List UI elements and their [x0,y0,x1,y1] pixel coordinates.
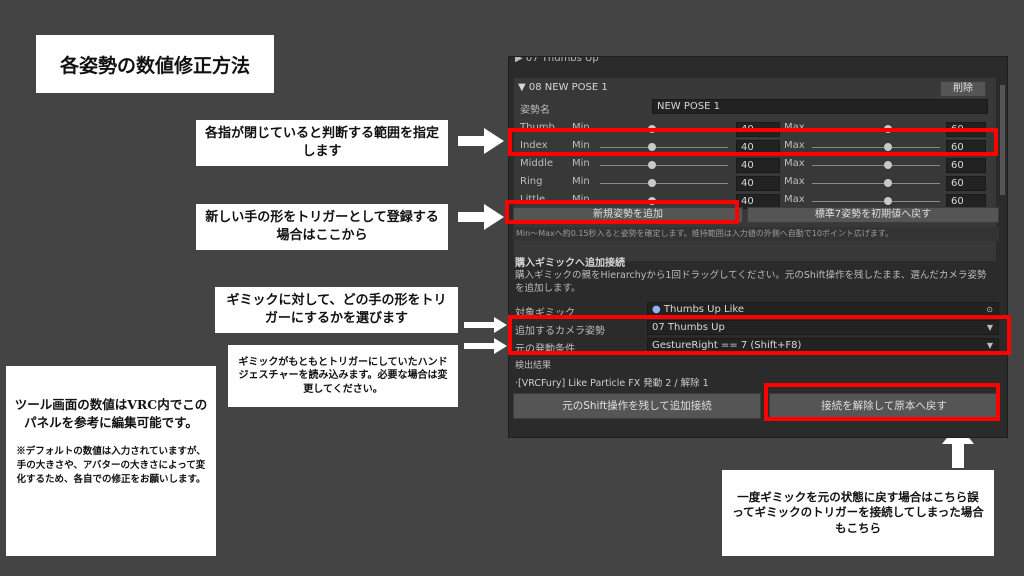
finger-name: Middle [520,158,554,169]
max-value-input[interactable]: 60 [946,176,986,191]
arrow-right-icon [458,128,504,154]
max-value-input[interactable]: 60 [946,158,986,173]
max-label: Max [784,176,805,187]
section-title: 購入ギミックへ追加接続 [515,258,625,269]
object-icon: ● [652,304,661,315]
highlight-dropdowns [508,315,1011,355]
pose-item-prev-label: 07 Thumbs Up [525,56,599,64]
note-gesture: ギミックがもともとトリガーにしていたハンドジェスチャーを読み込みます。必要な場合… [228,345,458,407]
min-slider-knob[interactable] [648,161,656,169]
highlight-restore [764,383,1000,421]
delete-button[interactable]: 削除 [940,81,986,97]
scrollbar[interactable] [1000,85,1005,195]
finger-row-ring: Ring Min 40 Max 60 [514,174,996,192]
min-value-input[interactable]: 40 [736,158,780,173]
min-slider-track[interactable] [600,165,728,166]
result-line: ·[VRCFury] Like Particle FX 発動 2 / 解除 1 [515,378,709,389]
target-gimmick-value: Thumbs Up Like [663,304,744,315]
min-slider-track[interactable] [600,183,728,184]
max-slider-track[interactable] [812,165,940,166]
pose-item-prev[interactable]: ▶ 07 Thumbs Up [515,56,599,64]
max-label: Max [784,158,805,169]
pose-header-label: 08 NEW POSE 1 [528,82,608,93]
min-label: Min [572,158,590,169]
reset-poses-button[interactable]: 標準7姿勢を初期値へ戻す [747,207,999,223]
note-tool-panel: ツール画面の数値はVRC内でこのパネルを参考に編集可能です。 ※デフォルトの数値… [6,366,216,556]
result-title: 検出結果 [515,361,552,371]
gesture-tool-panel: ▶ 07 Thumbs Up ▼ 08 NEW POSE 1 削除 姿勢名 NE… [508,56,1008,438]
pose-header[interactable]: ▼ 08 NEW POSE 1 [518,82,608,93]
finger-row-middle: Middle Min 40 Max 60 [514,156,996,174]
note-tool-sub: ※デフォルトの数値は入力されていますが、手の大きさや、アバターの大きさによって変… [16,446,206,485]
pose-name-label: 姿勢名 [520,105,550,116]
connect-button[interactable]: 元のShift操作を残して追加接続 [513,393,761,419]
min-value-input[interactable]: 40 [736,176,780,191]
hint-text: Min〜Maxへ約0.15秒入ると姿勢を確定します。維持範囲は入力値の外側へ自動… [513,227,999,241]
pose-name-input[interactable]: NEW POSE 1 [652,99,988,114]
note-tool-main: ツール画面の数値はVRC内でこのパネルを参考に編集可能です。 [14,397,208,430]
note-add-pose: 新しい手の形をトリガーとして登録する場合はここから [196,204,448,250]
note-restore: 一度ギミックを元の状態に戻す場合はこちら誤ってギミックのトリガーを接続してしまっ… [722,470,994,556]
page-title: 各姿勢の数値修正方法 [36,35,274,93]
note-choose-trigger: ギミックに対して、どの手の形をトリガーにするかを選びます [215,287,458,333]
highlight-add-pose [505,200,739,224]
max-slider-knob[interactable] [884,197,892,205]
max-slider-track[interactable] [812,201,940,202]
arrow-right-icon [464,317,507,333]
highlight-index-row [508,128,998,156]
finger-name: Ring [520,176,543,187]
note-range: 各指が閉じていると判断する範囲を指定します [196,120,448,166]
arrow-right-icon [464,338,507,354]
min-slider-knob[interactable] [648,179,656,187]
section-description: 購入ギミックの親をHierarchyから1回ドラッグしてください。元のShift… [515,270,987,294]
arrow-right-icon [458,204,504,230]
min-label: Min [572,176,590,187]
max-slider-knob[interactable] [884,179,892,187]
max-slider-track[interactable] [812,183,940,184]
max-slider-knob[interactable] [884,161,892,169]
max-label: Max [784,194,805,205]
